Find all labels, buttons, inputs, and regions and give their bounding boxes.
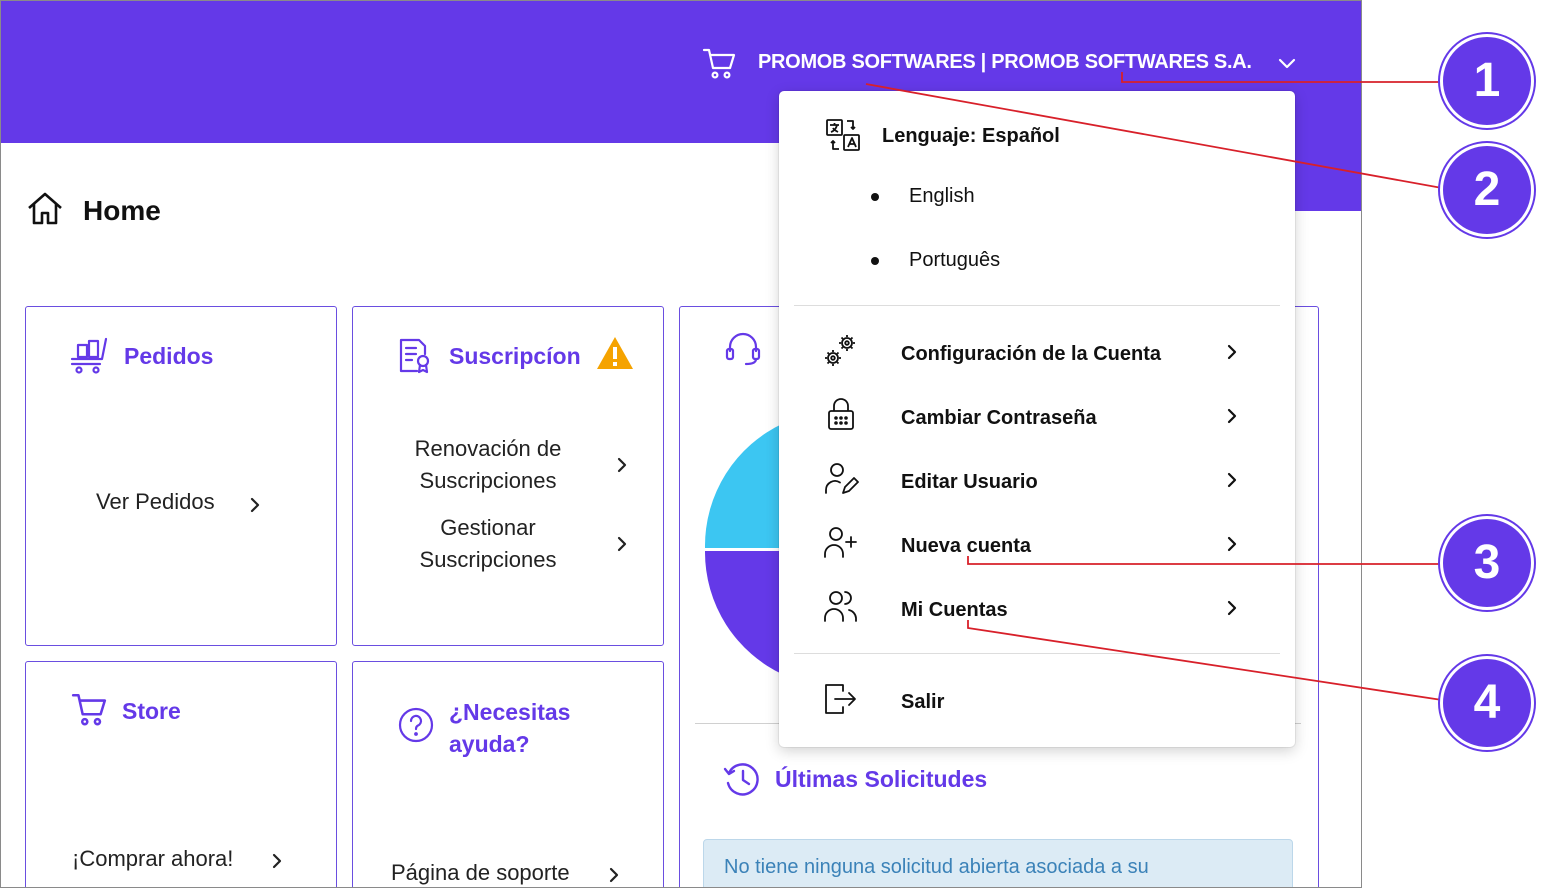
home-icon	[28, 192, 62, 225]
orders-cart-icon	[70, 337, 108, 374]
renovacion-suscripciones-link[interactable]: Renovación de Suscripciones	[393, 433, 583, 497]
history-icon	[723, 763, 759, 796]
menu-item-editar-usuario[interactable]: Editar Usuario	[901, 471, 1038, 494]
translate-icon	[826, 119, 860, 151]
card-title: Suscripcíon	[449, 343, 581, 369]
help-icon	[398, 707, 434, 743]
header-bar-extension	[1291, 141, 1361, 211]
callout-badge-1: 1	[1440, 34, 1534, 128]
card-ayuda: ¿Necesitas ayuda? Página de soporte	[352, 661, 664, 887]
card-pedidos: Pedidos Ver Pedidos	[25, 306, 337, 646]
ver-pedidos-link[interactable]: Ver Pedidos	[96, 489, 215, 515]
info-alert-text: No tiene ninguna solicitud abierta asoci…	[724, 856, 1149, 878]
users-icon	[824, 591, 857, 622]
user-edit-icon	[825, 463, 859, 494]
requests-pie-chart	[704, 423, 784, 675]
account-menu-toggle[interactable]: PROMOB SOFTWARES | PROMOB SOFTWARES S.A.	[758, 51, 1252, 74]
chevron-right-icon[interactable]	[270, 852, 284, 870]
callout-badge-3: 3	[1440, 516, 1534, 610]
card-title: Store	[122, 698, 181, 724]
menu-item-cambiar-contrasena[interactable]: Cambiar Contraseña	[901, 407, 1097, 430]
chevron-down-icon[interactable]	[1277, 55, 1297, 71]
language-option-portugues[interactable]: Português	[909, 249, 1000, 272]
user-plus-icon	[824, 527, 857, 558]
chevron-right-icon[interactable]	[615, 456, 629, 474]
info-alert: No tiene ninguna solicitud abierta asoci…	[703, 839, 1293, 887]
menu-item-mi-cuentas[interactable]: Mi Cuentas	[901, 599, 1008, 622]
chevron-right-icon[interactable]	[615, 535, 629, 553]
chevron-right-icon[interactable]	[607, 866, 621, 884]
logout-icon	[825, 684, 856, 714]
chevron-right-icon[interactable]	[248, 496, 262, 514]
menu-item-configuracion[interactable]: Configuración de la Cuenta	[901, 343, 1161, 366]
cart-icon[interactable]	[701, 45, 737, 81]
pagina-soporte-link[interactable]: Página de soporte	[391, 860, 570, 886]
warning-icon	[597, 337, 633, 369]
headset-icon	[725, 332, 761, 366]
chevron-right-icon[interactable]	[1225, 343, 1239, 361]
account-dropdown-menu: Lenguaje: Español English Português Conf…	[779, 91, 1295, 747]
card-store: Store ¡Comprar ahora!	[25, 661, 337, 887]
card-suscripcion: Suscripcíon Renovación de Suscripciones …	[352, 306, 664, 646]
app-window: PROMOB SOFTWARES | PROMOB SOFTWARES S.A.…	[0, 0, 1362, 888]
card-title: ¿Necesitas ayuda?	[449, 699, 571, 757]
menu-divider	[794, 653, 1280, 654]
page-title: Home	[83, 195, 161, 226]
menu-item-nueva-cuenta[interactable]: Nueva cuenta	[901, 535, 1031, 558]
gears-icon	[825, 335, 855, 366]
language-option-english[interactable]: English	[909, 185, 975, 208]
chevron-right-icon[interactable]	[1225, 471, 1239, 489]
chevron-right-icon[interactable]	[1225, 599, 1239, 617]
comprar-ahora-link[interactable]: ¡Comprar ahora!	[72, 846, 233, 872]
callout-badge-4: 4	[1440, 656, 1534, 750]
language-label: Lenguaje: Español	[882, 125, 1060, 147]
card-title: Pedidos	[124, 343, 214, 369]
subscription-document-icon	[399, 338, 430, 374]
lock-icon	[828, 398, 854, 430]
bullet	[871, 257, 879, 265]
gestionar-suscripciones-link[interactable]: Gestionar Suscripciones	[393, 512, 583, 576]
store-cart-icon	[71, 694, 107, 726]
bullet	[871, 193, 879, 201]
menu-divider	[794, 305, 1280, 306]
latest-requests-title: Últimas Solicitudes	[775, 766, 988, 792]
menu-item-salir[interactable]: Salir	[901, 691, 944, 714]
chevron-right-icon[interactable]	[1225, 535, 1239, 553]
chevron-right-icon[interactable]	[1225, 407, 1239, 425]
callout-badge-2: 2	[1440, 143, 1534, 237]
